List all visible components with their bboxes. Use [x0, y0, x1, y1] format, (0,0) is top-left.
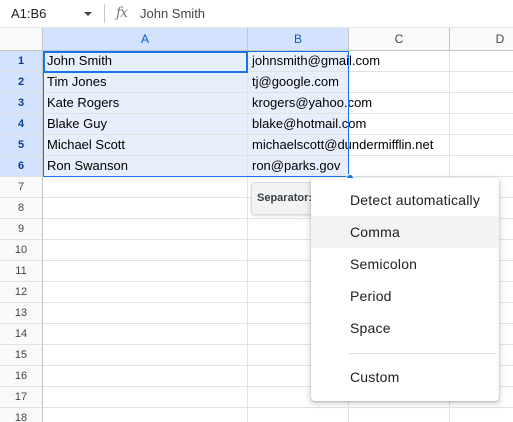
select-all-corner[interactable] — [0, 28, 43, 51]
row-header-12[interactable]: 12 — [0, 282, 43, 303]
row-header-2[interactable]: 2 — [0, 72, 43, 93]
cell-c4[interactable] — [349, 114, 450, 135]
cell-a13[interactable] — [43, 303, 248, 324]
fx-icon: fx — [116, 5, 128, 21]
cell-a8[interactable] — [43, 198, 248, 219]
cell-a3[interactable]: Kate Rogers — [43, 93, 248, 114]
row-header-13[interactable]: 13 — [0, 303, 43, 324]
cell-a5[interactable]: Michael Scott — [43, 135, 248, 156]
row-header-9[interactable]: 9 — [0, 219, 43, 240]
cell-c3[interactable] — [349, 93, 450, 114]
cell-d18[interactable] — [450, 408, 513, 422]
row-header-11[interactable]: 11 — [0, 261, 43, 282]
row-header-4[interactable]: 4 — [0, 114, 43, 135]
row-header-10[interactable]: 10 — [0, 240, 43, 261]
row-header-8[interactable]: 8 — [0, 198, 43, 219]
cell-d5[interactable] — [450, 135, 513, 156]
menu-item-custom[interactable]: Custom — [311, 361, 499, 393]
cell-b4[interactable]: blake@hotmail.com — [248, 114, 366, 135]
name-box-value: A1:B6 — [11, 6, 47, 21]
cell-a4[interactable]: Blake Guy — [43, 114, 248, 135]
column-header-d[interactable]: D — [450, 28, 513, 51]
column-header-c[interactable]: C — [349, 28, 450, 51]
cell-a14[interactable] — [43, 324, 248, 345]
cell-a11[interactable] — [43, 261, 248, 282]
cell-b6[interactable]: ron@parks.gov — [248, 156, 349, 177]
cell-c6[interactable] — [349, 156, 450, 177]
cell-d6[interactable] — [450, 156, 513, 177]
cell-a17[interactable] — [43, 387, 248, 408]
cell-d1[interactable] — [450, 51, 513, 72]
cell-d4[interactable] — [450, 114, 513, 135]
column-header-b[interactable]: B — [248, 28, 349, 51]
cell-d2[interactable] — [450, 72, 513, 93]
row-header-16[interactable]: 16 — [0, 366, 43, 387]
cell-b2[interactable]: tj@google.com — [248, 72, 349, 93]
row-header-1[interactable]: 1 — [0, 51, 43, 72]
row-header-17[interactable]: 17 — [0, 387, 43, 408]
column-header-a[interactable]: A — [43, 28, 248, 51]
cell-b1[interactable]: johnsmith@gmail.com — [248, 51, 380, 72]
row-header-5[interactable]: 5 — [0, 135, 43, 156]
cell-c1[interactable] — [349, 51, 450, 72]
cell-d3[interactable] — [450, 93, 513, 114]
cell-b5[interactable]: michaelscott@dundermifflin.net — [248, 135, 433, 156]
cell-a15[interactable] — [43, 345, 248, 366]
formula-bar-divider — [104, 4, 105, 23]
cell-c5[interactable] — [349, 135, 450, 156]
menu-item-detect-automatically[interactable]: Detect automatically — [311, 184, 499, 216]
formula-input[interactable]: John Smith — [140, 6, 205, 21]
cell-a6[interactable]: Ron Swanson — [43, 156, 248, 177]
cell-a16[interactable] — [43, 366, 248, 387]
row-header-15[interactable]: 15 — [0, 345, 43, 366]
cell-a2[interactable]: Tim Jones — [43, 72, 248, 93]
spreadsheet-window: A1:B6 fx John Smith A B C D 1 2 3 4 5 6 7 8 9 10 1… — [0, 0, 513, 422]
cell-a9[interactable] — [43, 219, 248, 240]
cell-a12[interactable] — [43, 282, 248, 303]
menu-item-semicolon[interactable]: Semicolon — [311, 248, 499, 280]
cell-a10[interactable] — [43, 240, 248, 261]
cell-a7[interactable] — [43, 177, 248, 198]
row-header-7[interactable]: 7 — [0, 177, 43, 198]
cell-c2[interactable] — [349, 72, 450, 93]
cell-b18[interactable] — [248, 408, 349, 422]
row-header-18[interactable]: 18 — [0, 408, 43, 422]
cell-a18[interactable] — [43, 408, 248, 422]
name-box[interactable]: A1:B6 — [0, 0, 100, 27]
menu-item-period[interactable]: Period — [311, 280, 499, 312]
separator-dropdown-menu: Detect automatically Comma Semicolon Per… — [311, 178, 499, 401]
chevron-down-icon[interactable] — [82, 9, 94, 19]
menu-item-space[interactable]: Space — [311, 312, 499, 344]
cell-b3[interactable]: krogers@yahoo.com — [248, 93, 372, 114]
separator-label: Separator: — [257, 192, 313, 204]
cell-a1[interactable]: John Smith — [43, 51, 248, 72]
menu-item-comma[interactable]: Comma — [311, 216, 499, 248]
cell-c18[interactable] — [349, 408, 450, 422]
formula-bar: A1:B6 fx John Smith — [0, 0, 513, 28]
row-header-14[interactable]: 14 — [0, 324, 43, 345]
row-header-6[interactable]: 6 — [0, 156, 43, 177]
menu-divider — [348, 353, 496, 354]
row-header-3[interactable]: 3 — [0, 93, 43, 114]
